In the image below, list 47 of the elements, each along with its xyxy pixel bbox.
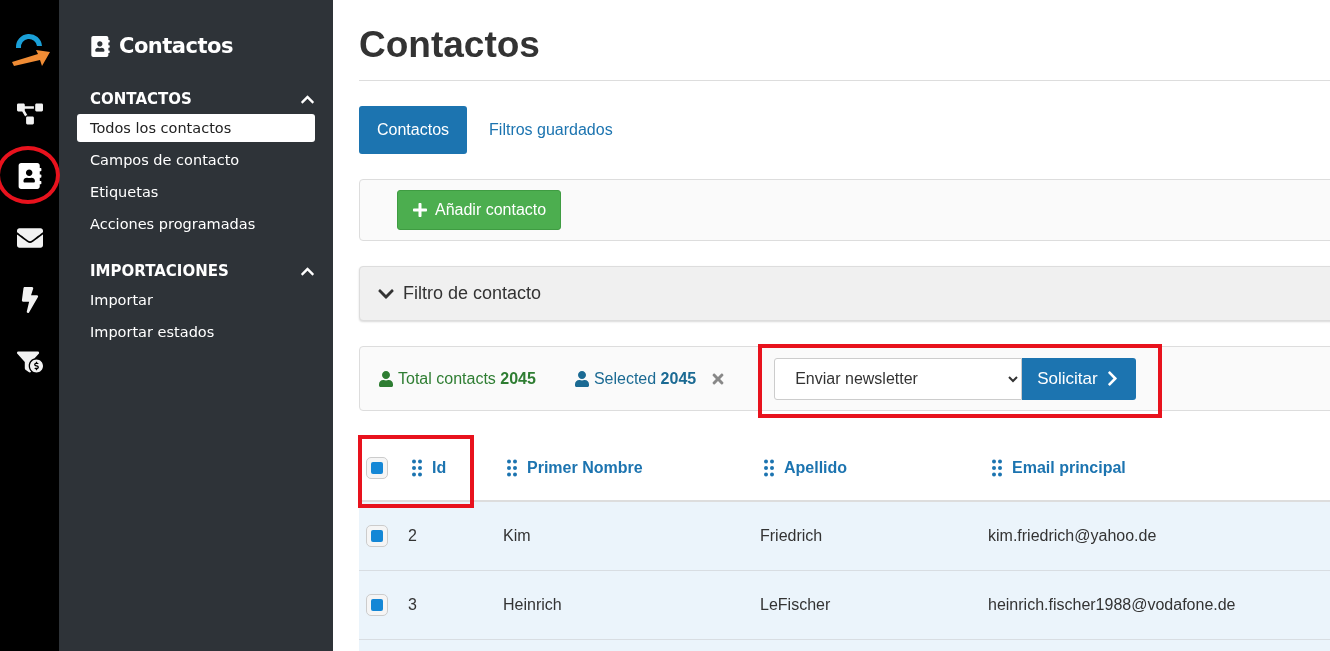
sidebar-item[interactable]: Etiquetas: [77, 178, 315, 206]
action-select[interactable]: Enviar newsletter: [774, 357, 1023, 400]
sidebar-item[interactable]: Campos de contacto: [77, 146, 315, 174]
sidebar-item[interactable]: Importar: [77, 286, 315, 314]
address-book-icon: [90, 35, 111, 57]
section-header[interactable]: IMPORTACIONES: [90, 262, 229, 280]
filter-panel[interactable]: Filtro de contacto: [359, 266, 1330, 321]
table-cell-text: Heinrich: [502, 596, 563, 614]
page-title: Contactos: [359, 24, 1330, 81]
table-cell-text: 3: [407, 596, 418, 614]
drag-handle-icon[interactable]: [412, 459, 422, 477]
envelope-icon[interactable]: [16, 225, 43, 251]
table-cell-text: LeFischer: [759, 596, 832, 614]
tab[interactable]: Contactos: [359, 106, 468, 154]
sidebar-item[interactable]: Todos los contactos: [77, 114, 315, 142]
table-cell-text: heinrich.fischer1988@vodafone.de: [987, 596, 1237, 614]
filter-label: Filtro de contacto: [403, 283, 542, 304]
column-header[interactable]: Primer Nombre: [527, 459, 643, 477]
diagram-icon[interactable]: [16, 101, 43, 127]
drag-handle-icon[interactable]: [507, 459, 517, 477]
address-book-icon[interactable]: [16, 163, 43, 189]
table-row[interactable]: 2 Kim Friedrich kim.friedrich@yahoo.de: [359, 502, 1330, 571]
user-icon: [378, 370, 394, 387]
sidebar-item[interactable]: Importar estados: [77, 318, 315, 346]
table-cell-text: Kim: [502, 527, 532, 545]
drag-handle-icon[interactable]: [764, 459, 774, 477]
table-cell-text: Friedrich: [759, 527, 824, 545]
table-cell-text: kim.friedrich@yahoo.de: [987, 527, 1158, 545]
apply-button[interactable]: Solicitar: [1022, 357, 1136, 400]
row-checkbox[interactable]: [366, 525, 388, 547]
table-row[interactable]: 3 Heinrich LeFischer heinrich.fischer1988@vodafone.de: [359, 571, 1330, 640]
column-header[interactable]: Email principal: [1012, 459, 1126, 477]
total-contacts-text: Total contacts 2045: [398, 369, 536, 388]
sidebar-title: Contactos: [119, 34, 233, 58]
row-checkbox[interactable]: [366, 594, 388, 616]
plus-icon: [412, 202, 428, 218]
column-header[interactable]: Apellido: [784, 459, 848, 477]
tab[interactable]: Filtros guardados: [471, 106, 631, 154]
drag-handle-icon[interactable]: [992, 459, 1002, 477]
sidebar-item[interactable]: Acciones programadas: [77, 210, 315, 238]
section-header[interactable]: CONTACTOS: [90, 90, 192, 108]
select-all-checkbox[interactable]: [366, 457, 388, 479]
table-cell-text: 2: [407, 527, 418, 545]
selected-contacts-text: Selected 2045: [593, 369, 697, 388]
column-header[interactable]: Id: [432, 459, 447, 477]
user-icon: [573, 370, 590, 387]
funnel-dollar-icon[interactable]: [16, 349, 43, 375]
